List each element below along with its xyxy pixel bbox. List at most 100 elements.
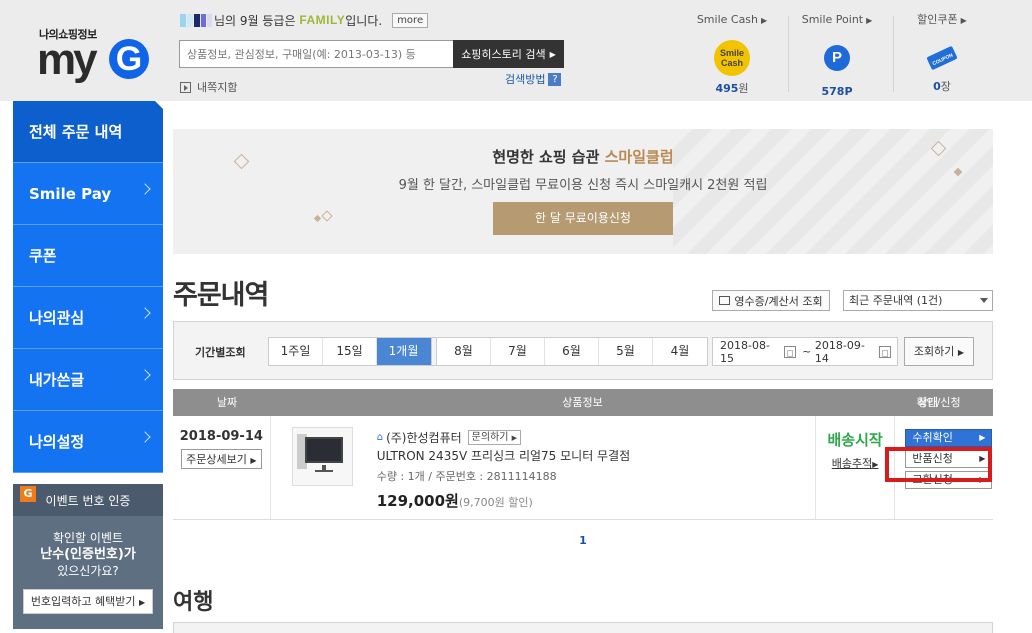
arrow-right-icon: ▶ [250,456,257,465]
grade-more-button[interactable]: more [392,12,429,28]
banner-title: 현명한 쇼핑 습관 스마일클럽 [173,146,993,167]
arrow-right-icon: ▶ [872,460,879,469]
date-from[interactable]: 2018-08-15 [720,339,780,365]
order-date-cell: 2018-09-14 주문상세보기 ▶ [173,416,271,519]
smile-cash-unit: 원 [738,82,749,95]
month-aug-button[interactable]: 8월 [437,338,491,365]
monitor-base [314,470,333,472]
smile-cash-icon: Smile Cash [714,40,750,76]
chevron-right-icon [139,183,151,195]
order-date: 2018-09-14 [179,429,263,444]
recent-orders-select[interactable]: 최근 주문내역 (1건) [843,290,993,311]
greeting-end: 입니다. [345,13,383,28]
sidebar-item-settings[interactable]: 나의설정 [13,411,163,473]
monitor-image [304,437,343,463]
ask-seller-label: 문의하기 [471,432,509,443]
calendar-icon[interactable] [783,345,797,358]
date-to[interactable]: 2018-09-14 [815,339,875,365]
smile-point-value: 578 [821,85,845,98]
wallet-divider [893,16,894,92]
event-code-box: G 이벤트 번호 인증 확인할 이벤트 난수(인증번호)가 있으신가요? 번호입… [13,484,163,629]
question-icon: ? [548,72,562,86]
event-code-header: G 이벤트 번호 인증 [13,484,163,516]
smile-club-banner[interactable]: 현명한 쇼핑 습관 스마일클럽 9월 한 달간, 스마일클럽 무료이용 신청 즉… [173,129,993,254]
exchange-request-label: 교환신청 [912,473,953,486]
discount-coupon[interactable]: 할인쿠폰 ▶ COUPON 0장 [897,12,987,94]
arrow-right-icon: ▶ [979,475,986,484]
my-notes-label: 내쪽지함 [197,81,238,94]
month-apr-button[interactable]: 4월 [653,338,707,365]
logo-text: my [37,35,98,84]
sidebar-item-interests[interactable]: 나의관심 [13,287,163,349]
orders-table: 날짜 상품정보 상태 확인/신청 2018-09-14 주문상세보기 ▶ ⌂ (… [173,389,993,520]
seller-name[interactable]: (주)한성컴퓨터 [386,429,462,446]
sidebar-item-smile-pay[interactable]: Smile Pay [13,163,163,225]
event-line-1: 확인할 이벤트 [52,531,124,545]
chevron-right-icon [139,431,151,443]
order-detail-button[interactable]: 주문상세보기 ▶ [181,449,262,469]
month-jul-button[interactable]: 7월 [491,338,545,365]
smile-cash[interactable]: Smile Cash ▶ Smile Cash 495원 [687,12,777,96]
coupon-value: 0 [933,80,941,93]
smile-cash-value: 495 [715,82,739,95]
product-name[interactable]: ULTRON 2435V 프리싱크 리얼75 모니터 무결점 [377,447,630,464]
history-search-input[interactable] [179,40,453,68]
search-help-link[interactable]: 검색방법 ? [505,71,562,87]
banner-title-accent: 스마일클럽 [604,148,674,166]
receipt-lookup-button[interactable]: 영수증/계산서 조회 [712,290,830,311]
home-icon: ⌂ [376,432,384,443]
confirm-receipt-button[interactable]: 수취확인 ▶ [905,429,993,447]
smile-point-label: Smile Point [801,13,864,26]
col-date: 날짜 [216,396,238,409]
period-filter-label: 기간별조회 [195,346,246,359]
page-title: 주문내역 [173,280,269,311]
period-1month-button[interactable]: 1개월 [377,338,431,365]
period-1week-button[interactable]: 1주일 [269,338,323,365]
status-badge: 배송시작 [827,431,883,449]
smile-point-icon: P [824,45,850,71]
period-15days-button[interactable]: 15일 [323,338,377,365]
grade-greeting: 님의 9월 등급은 FAMILY 입니다. more [180,11,429,29]
my-notes-link[interactable]: 내쪽지함 [180,79,237,95]
g-badge-icon: G [20,486,36,502]
period-buttons: 1주일 15일 1개월 8월 7월 6월 5월 4월 [268,337,708,366]
month-may-button[interactable]: 5월 [599,338,653,365]
sidebar-item-label: 전체 주문 내역 [29,123,123,141]
arrow-right-icon: ▶ [979,433,986,442]
chevron-down-icon [980,298,988,303]
play-box-icon [180,81,191,93]
table-row: 2018-09-14 주문상세보기 ▶ ⌂ (주)한성컴퓨터 문의하기 ▶ UL… [173,416,993,520]
event-code-message: 확인할 이벤트 난수(인증번호)가 있으신가요? [13,530,163,579]
return-request-button[interactable]: 반품신청 ▶ [905,450,993,468]
actions-cell: 수취확인 ▶ 반품신청 ▶ 교환신청 ▶ [895,416,993,519]
sidebar-item-my-posts[interactable]: 내가쓴글 [13,349,163,411]
chevron-right-icon: ▶ [761,16,768,25]
return-request-label: 반품신청 [912,452,953,465]
chevron-right-icon: ▶ [866,16,873,25]
pagination: 1 [173,534,993,547]
calendar-icon[interactable] [878,345,891,358]
event-code-title: 이벤트 번호 인증 [45,493,131,508]
month-jun-button[interactable]: 6월 [545,338,599,365]
sidebar-item-all-orders[interactable]: 전체 주문 내역 [13,101,163,163]
tracking-link[interactable]: 배송추적▶ [816,455,895,471]
arrow-right-icon: ▶ [549,49,556,59]
event-code-button[interactable]: 번호입력하고 혜택받기 ▶ [23,589,153,614]
sidebar-item-label: 쿠폰 [29,247,57,265]
myg-logo[interactable]: 나의쇼핑정보 my G [37,26,149,82]
history-search-button[interactable]: 쇼핑히스토리 검색 ▶ [453,40,564,68]
page-number-current[interactable]: 1 [579,534,587,547]
sidebar: 전체 주문 내역 Smile Pay 쿠폰 나의관심 내가쓴글 나의설정 [13,101,163,473]
travel-section-panel [173,622,993,633]
ask-seller-button[interactable]: 문의하기 ▶ [467,430,522,445]
order-detail-label: 주문상세보기 [186,453,247,466]
sidebar-item-coupon[interactable]: 쿠폰 [13,225,163,287]
exchange-request-button[interactable]: 교환신청 ▶ [905,471,993,489]
travel-section-title: 여행 [173,590,214,615]
banner-cta-button[interactable]: 한 달 무료이용신청 [493,202,673,235]
banner-title-prefix: 현명한 쇼핑 습관 [492,148,600,166]
smile-point[interactable]: Smile Point ▶ P 578P [792,12,882,98]
period-search-button[interactable]: 조회하기 ▶ [904,337,974,366]
coupon-ticket-icon: COUPON [924,44,960,72]
product-thumbnail[interactable] [291,427,353,486]
